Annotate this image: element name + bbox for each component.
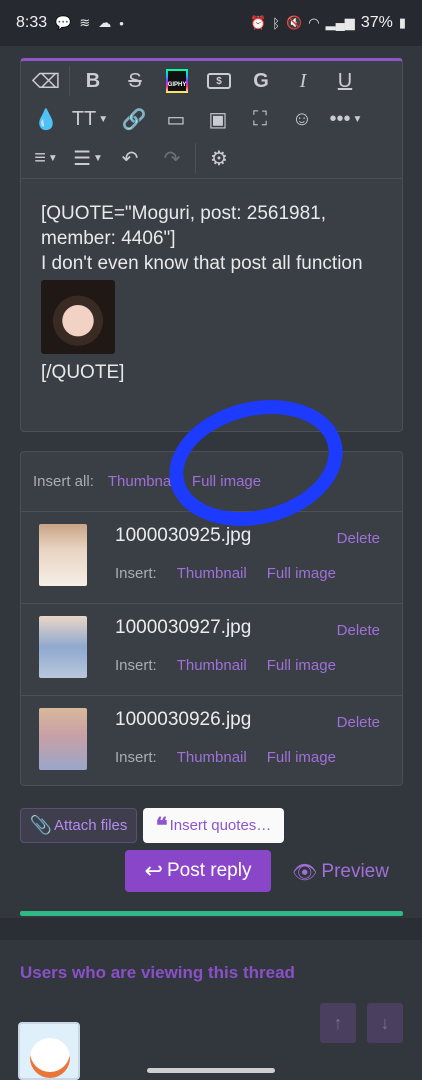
eye-icon: 👁 <box>292 861 318 884</box>
chat-icon: 💬 <box>55 15 72 30</box>
link-icon[interactable]: 🔗 <box>113 101 155 137</box>
bluetooth-icon: ᛒ <box>272 15 281 31</box>
attachment-thumbnail[interactable] <box>39 616 87 678</box>
scroll-down-button[interactable]: ↓ <box>367 1003 403 1043</box>
status-bar: 8:33 💬 ≋ ☁ • ⏰ ᛒ 🔇 ◠ ▂▄▆ 37% ▮ <box>0 0 422 46</box>
google-icon[interactable]: G <box>240 63 282 99</box>
quote-close-line: [/QUOTE] <box>41 362 125 383</box>
strikethrough-icon[interactable]: S <box>114 63 156 99</box>
giphy-icon: GIPHY <box>166 69 188 93</box>
message-editor[interactable]: ⌫ B S GIPHY $ G I U 💧 TT ▼ 🔗 ▭ ▣ ⛶ ☺ ••• ▼… <box>20 58 403 432</box>
signal-icon: ▂▄▆ <box>325 15 355 30</box>
attach-files-label: Attach files <box>54 817 128 834</box>
toolbar-divider <box>195 143 196 173</box>
image-icon[interactable]: ▣ <box>197 101 239 137</box>
attachment-row: 1000030925.jpg Delete Insert: Thumbnail … <box>21 512 402 604</box>
alarm-icon: ⏰ <box>250 15 267 30</box>
list-icon[interactable]: ☰ ▼ <box>67 140 109 176</box>
battery-level: 37% <box>360 14 393 31</box>
delete-link[interactable]: Delete <box>337 714 380 731</box>
home-indicator[interactable] <box>147 1068 275 1073</box>
insert-full-image-link[interactable]: Full image <box>267 749 336 766</box>
delete-link[interactable]: Delete <box>337 622 380 639</box>
attachment-thumbnail[interactable] <box>39 524 87 586</box>
attachment-filename: 1000030927.jpg <box>115 617 252 638</box>
underline-icon[interactable]: U <box>324 63 366 99</box>
insert-thumbnail-link[interactable]: Thumbnail <box>177 749 247 766</box>
cloud-icon: ☁ <box>98 15 112 30</box>
bold-icon[interactable]: B <box>72 63 114 99</box>
arrow-down-icon: ↓ <box>380 1012 390 1033</box>
insert-thumbnail-link[interactable]: Thumbnail <box>177 565 247 582</box>
insert-thumbnail-link[interactable]: Thumbnail <box>177 657 247 674</box>
wifi-icon: ◠ <box>308 15 320 30</box>
quote-text-line: I don't even know that post all function <box>41 253 363 274</box>
smiley-icon[interactable]: ☺ <box>281 101 323 137</box>
undo-icon[interactable]: ↶ <box>109 140 151 176</box>
quoted-image <box>41 280 115 354</box>
preview-button[interactable]: 👁 Preview <box>292 858 389 886</box>
app-icon: ≋ <box>79 15 91 30</box>
post-reply-label: Post reply <box>166 860 252 881</box>
avatar[interactable] <box>18 1022 80 1080</box>
editor-toolbar: ⌫ B S GIPHY $ G I U 💧 TT ▼ 🔗 ▭ ▣ ⛶ ☺ ••• ▼… <box>21 61 402 179</box>
eraser-icon[interactable]: ⌫ <box>25 63 67 99</box>
fullscreen-icon[interactable]: ⛶ <box>239 101 281 137</box>
scroll-up-button[interactable]: ↑ <box>320 1003 356 1043</box>
insert-options: Insert: Thumbnail Full image <box>115 657 336 674</box>
delete-link[interactable]: Delete <box>337 530 380 547</box>
insert-options: Insert: Thumbnail Full image <box>115 565 336 582</box>
align-icon[interactable]: ≡ ▼ <box>25 140 67 176</box>
redo-icon[interactable]: ↷ <box>151 140 193 176</box>
editor-content[interactable]: [QUOTE="Moguri, post: 2561981, member: 4… <box>41 201 391 385</box>
insert-all-thumbnail-link[interactable]: Thumbnail <box>108 473 178 490</box>
toolbar-divider <box>69 66 70 96</box>
attachment-filename: 1000030926.jpg <box>115 709 252 730</box>
paperclip-icon: 📎 <box>29 815 53 835</box>
insert-label: Insert: <box>115 749 157 766</box>
giphy-button[interactable]: GIPHY <box>156 63 198 99</box>
attach-files-button[interactable]: 📎 Attach files <box>20 808 137 843</box>
italic-icon[interactable]: I <box>282 63 324 99</box>
dot-icon: • <box>119 15 124 31</box>
money-icon[interactable]: $ <box>198 63 240 99</box>
quote-open-line: [QUOTE="Moguri, post: 2561981, member: 4… <box>41 203 327 249</box>
settings-gear-icon[interactable]: ⚙ <box>198 140 240 176</box>
post-reply-button[interactable]: ↩ Post reply <box>125 850 271 892</box>
insert-label: Insert: <box>115 657 157 674</box>
color-icon[interactable]: 💧 <box>25 101 67 137</box>
insert-options: Insert: Thumbnail Full image <box>115 749 336 766</box>
insert-quotes-button[interactable]: ❝ Insert quotes… <box>143 808 284 843</box>
viewers-heading: Users who are viewing this thread <box>20 963 295 982</box>
attachment-filename: 1000030925.jpg <box>115 525 252 546</box>
attachment-row: 1000030927.jpg Delete Insert: Thumbnail … <box>21 604 402 696</box>
preview-label: Preview <box>321 861 389 882</box>
attachment-thumbnail[interactable] <box>39 708 87 770</box>
insert-all-label: Insert all: <box>33 473 94 490</box>
more-icon[interactable]: ••• ▼ <box>323 101 369 137</box>
progress-bar <box>20 911 403 916</box>
insert-full-image-link[interactable]: Full image <box>267 657 336 674</box>
insert-label: Insert: <box>115 565 157 582</box>
mute-icon: 🔇 <box>286 15 303 30</box>
reply-icon: ↩ <box>144 858 163 883</box>
section-divider <box>0 918 422 940</box>
font-size-icon[interactable]: TT ▼ <box>67 101 113 137</box>
battery-icon: ▮ <box>398 15 406 30</box>
video-icon[interactable]: ▭ <box>155 101 197 137</box>
insert-quotes-label: Insert quotes… <box>169 817 272 834</box>
clock: 8:33 <box>16 14 48 31</box>
arrow-up-icon: ↑ <box>333 1012 343 1033</box>
insert-full-image-link[interactable]: Full image <box>267 565 336 582</box>
attachment-row: 1000030926.jpg Delete Insert: Thumbnail … <box>21 696 402 788</box>
quote-icon: ❝ <box>155 812 168 838</box>
